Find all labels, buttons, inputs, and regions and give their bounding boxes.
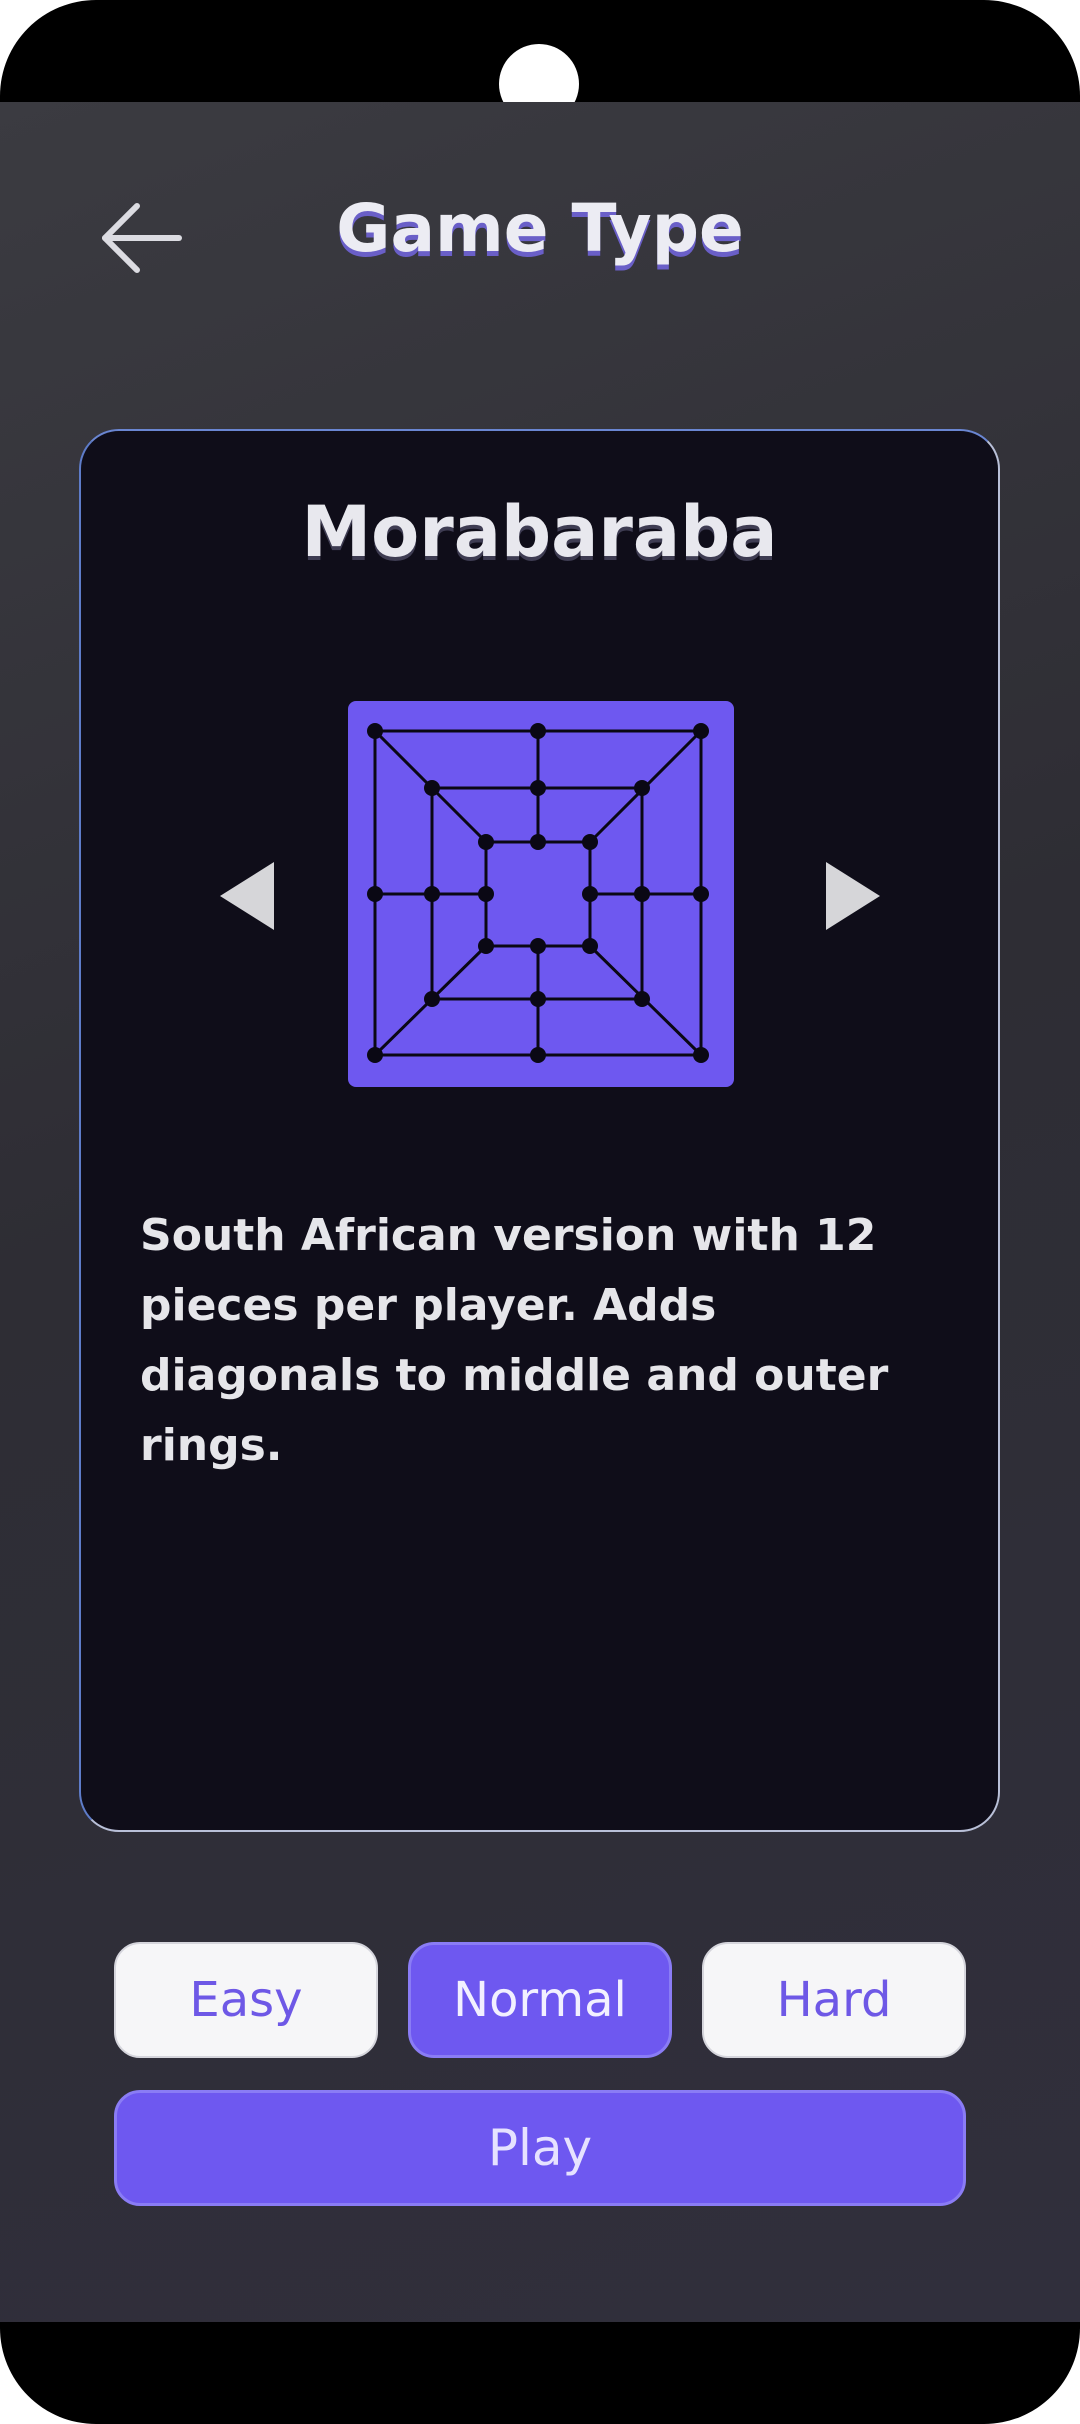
play-button[interactable]: Play (114, 2090, 966, 2206)
board-point (530, 723, 546, 739)
board-point (530, 834, 546, 850)
board-point (530, 991, 546, 1007)
board-point (478, 886, 494, 902)
board-point (582, 834, 598, 850)
board-point (693, 1047, 709, 1063)
game-description: South African version with 12 pieces per… (140, 1210, 889, 1471)
back-button[interactable] (90, 188, 190, 288)
board-point (478, 938, 494, 954)
board-point (693, 886, 709, 902)
board-point (634, 886, 650, 902)
board-point (582, 886, 598, 902)
board-point (634, 780, 650, 796)
triangle-left-icon (220, 862, 274, 930)
board-point (367, 723, 383, 739)
board-point (424, 886, 440, 902)
board-point (478, 834, 494, 850)
arrow-left-icon (102, 203, 182, 273)
previous-game-button[interactable] (203, 851, 293, 941)
board-point (530, 1047, 546, 1063)
board-point (693, 723, 709, 739)
board-point (424, 991, 440, 1007)
board-point (367, 886, 383, 902)
board-point (424, 780, 440, 796)
board-point (367, 1047, 383, 1063)
device-frame: Game Type Morabaraba South African versi… (0, 0, 1080, 2424)
difficulty-hard-button[interactable]: Hard (702, 1942, 966, 2058)
difficulty-normal-button[interactable]: Normal (408, 1942, 672, 2058)
game-board-preview (348, 701, 734, 1087)
next-game-button[interactable] (807, 851, 897, 941)
game-name: Morabaraba (301, 491, 778, 573)
difficulty-easy-button[interactable]: Easy (114, 1942, 378, 2058)
board-point (530, 938, 546, 954)
game-card: Morabaraba South African version with 12… (79, 429, 1000, 1832)
morabaraba-board (348, 701, 734, 1087)
triangle-right-icon (826, 862, 880, 930)
board-point (582, 938, 598, 954)
board-point (634, 991, 650, 1007)
page-title: Game Type (336, 190, 744, 267)
board-point (530, 780, 546, 796)
